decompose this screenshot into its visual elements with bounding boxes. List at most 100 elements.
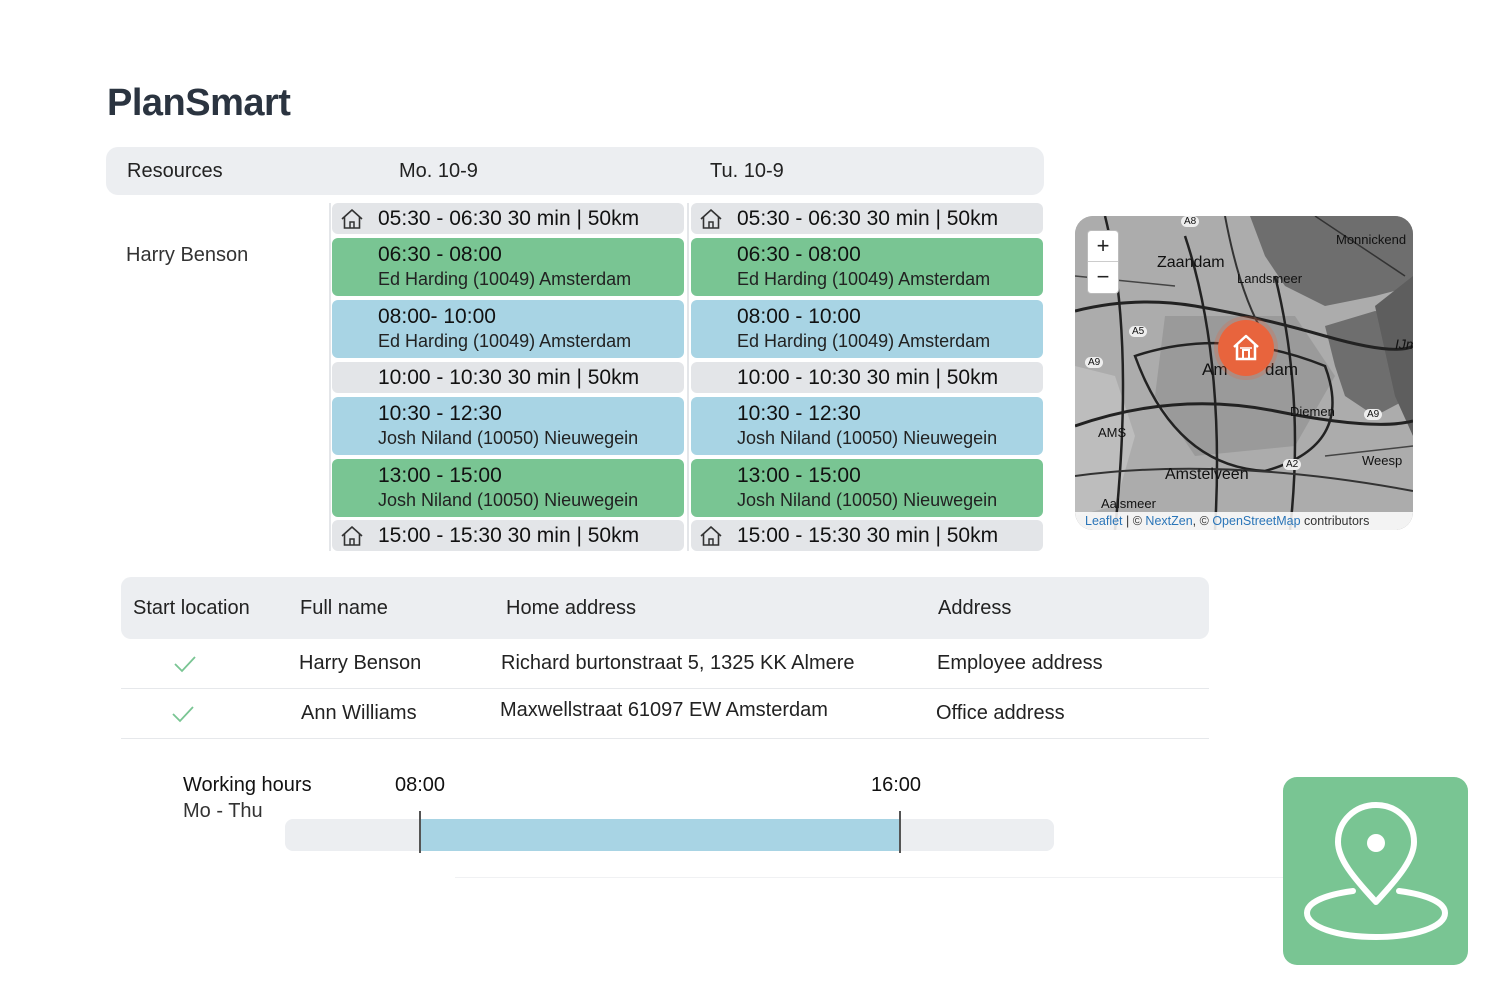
working-hours-range[interactable] — [420, 819, 901, 851]
map-place-label: Monnickend — [1336, 232, 1407, 247]
appointment-slot-green[interactable]: 13:00 - 15:00 Josh Niland (10050) Nieuweg… — [691, 459, 1043, 517]
appointment-detail: Josh Niland (10050) Nieuwegein — [737, 490, 998, 510]
map-place-label: Weesp — [1362, 453, 1403, 468]
appointment-detail: Josh Niland (10050) Nieuwegein — [378, 428, 639, 448]
divider — [455, 877, 1285, 878]
resource-table: Start location Full name Home address Ad… — [121, 577, 1209, 739]
table-header: Start location Full name Home address Ad… — [121, 577, 1209, 639]
map-road-label: A9 — [1085, 357, 1104, 368]
cell-address: Office address — [936, 702, 1065, 724]
header-home-address[interactable]: Home address — [506, 597, 636, 620]
travel-slot[interactable]: 05:30 - 06:30 30 min | 50km — [332, 203, 684, 234]
travel-slot[interactable]: 15:00 - 15:30 30 min | 50km — [691, 520, 1043, 551]
cell-home-address: Maxwellstraat 61097 EW Amsterdam — [500, 699, 828, 721]
header-resources: Resources — [127, 160, 223, 182]
header-start-location[interactable]: Start location — [133, 597, 250, 620]
cell-address: Employee address — [937, 652, 1103, 674]
map-road-label: A8 — [1181, 216, 1200, 227]
column-divider — [329, 203, 331, 551]
appointment-time: 08:00- 10:00 — [378, 305, 496, 328]
cell-full-name: Ann Williams — [301, 702, 417, 724]
check-icon — [174, 656, 196, 673]
app-title: PlanSmart — [107, 82, 291, 124]
appointment-slot-green[interactable]: 13:00 - 15:00 Josh Niland (10050) Nieuweg… — [332, 459, 684, 517]
working-hours-track[interactable] — [285, 811, 1054, 853]
working-hours-start-handle[interactable] — [419, 811, 422, 853]
resource-name[interactable]: Harry Benson — [126, 244, 248, 267]
home-icon — [700, 526, 722, 546]
travel-slot-text: 05:30 - 06:30 30 min | 50km — [737, 207, 999, 230]
map-place-label: IJm — [1395, 336, 1413, 352]
working-hours-start: 08:00 — [395, 774, 446, 796]
zoom-in-button[interactable]: + — [1088, 231, 1118, 262]
appointment-time: 06:30 - 08:00 — [737, 243, 861, 266]
working-hours-end: 16:00 — [871, 774, 922, 796]
home-icon — [341, 209, 363, 229]
map-place-label: Landsmeer — [1237, 271, 1303, 286]
travel-slot-text: 10:00 - 10:30 30 min | 50km — [737, 366, 999, 389]
appointment-time: 06:30 - 08:00 — [378, 243, 502, 266]
working-hours-days: Mo - Thu — [183, 800, 263, 822]
working-hours-label: Working hours — [183, 774, 312, 796]
travel-slot-text: 05:30 - 06:30 30 min | 50km — [378, 207, 640, 230]
map-pin-icon — [1303, 802, 1449, 941]
zoom-control: + − — [1087, 230, 1119, 294]
map-road-label: A2 — [1283, 459, 1302, 470]
appointment-slot-green[interactable]: 06:30 - 08:00 Ed Harding (10049) Amsterda… — [332, 238, 684, 296]
travel-slot[interactable]: 10:00 - 10:30 30 min | 50km — [332, 362, 684, 393]
travel-slot[interactable]: 05:30 - 06:30 30 min | 50km — [691, 203, 1043, 234]
map-location-pin[interactable] — [1218, 320, 1274, 376]
appointment-time: 13:00 - 15:00 — [737, 464, 861, 487]
map-place-label: Aalsmeer — [1101, 496, 1156, 511]
map-road-label: A5 — [1129, 326, 1148, 337]
appointment-detail: Ed Harding (10049) Amsterdam — [737, 331, 991, 351]
appointment-slot-blue[interactable]: 08:00- 10:00 Ed Harding (10049) Amsterdam — [332, 300, 684, 358]
table-row[interactable]: Ann Williams Maxwellstraat 61097 EW Amst… — [121, 689, 1209, 739]
column-divider — [687, 203, 689, 551]
header-day-monday[interactable]: Mo. 10-9 — [399, 160, 478, 183]
map-place-label: Zaandam — [1157, 254, 1225, 271]
appointment-slot-blue[interactable]: 10:30 - 12:30 Josh Niland (10050) Nieuweg… — [332, 397, 684, 455]
appointment-detail: Ed Harding (10049) Amsterdam — [378, 331, 632, 351]
appointment-time: 13:00 - 15:00 — [378, 464, 502, 487]
appointment-time: 10:30 - 12:30 — [737, 402, 861, 425]
map-attribution: Leaflet | © NextZen, © OpenStreetMap con… — [1075, 512, 1413, 530]
leaflet-link[interactable]: Leaflet — [1085, 514, 1123, 528]
header-day-tuesday[interactable]: Tu. 10-9 — [710, 160, 784, 183]
home-icon — [700, 209, 722, 229]
working-hours-end-handle[interactable] — [899, 811, 902, 853]
home-icon — [341, 526, 363, 546]
appointment-slot-blue[interactable]: 08:00 - 10:00 Ed Harding (10049) Amsterda… — [691, 300, 1043, 358]
check-icon — [172, 706, 194, 723]
appointment-slot-green[interactable]: 06:30 - 08:00 Ed Harding (10049) Amsterda… — [691, 238, 1043, 296]
appointment-slot-blue[interactable]: 10:30 - 12:30 Josh Niland (10050) Nieuweg… — [691, 397, 1043, 455]
map-place-label: AMS — [1098, 425, 1127, 440]
appointment-detail: Ed Harding (10049) Amsterdam — [737, 269, 991, 289]
location-card — [1283, 777, 1468, 965]
map[interactable]: + − A8 Zaandam Landsmeer Monnickend A5 A… — [1075, 216, 1413, 530]
zoom-out-button[interactable]: − — [1088, 262, 1118, 293]
openstreetmap-link[interactable]: OpenStreetMap — [1212, 514, 1300, 528]
appointment-time: 10:30 - 12:30 — [378, 402, 502, 425]
travel-slot[interactable]: 15:00 - 15:30 30 min | 50km — [332, 520, 684, 551]
header-full-name[interactable]: Full name — [300, 597, 388, 620]
schedule-header: Resources Mo. 10-9 Tu. 10-9 — [106, 147, 1044, 195]
map-road-label: A9 — [1364, 409, 1383, 420]
table-row[interactable]: Harry Benson Richard burtonstraat 5, 132… — [121, 639, 1209, 689]
map-place-label: Amstelveen — [1165, 466, 1249, 483]
cell-home-address: Richard burtonstraat 5, 1325 KK Almere — [501, 652, 855, 674]
attribution-separator: , © — [1192, 514, 1213, 528]
home-icon — [1233, 334, 1259, 361]
appointment-detail: Josh Niland (10050) Nieuwegein — [378, 490, 639, 510]
attribution-separator: | © — [1122, 514, 1146, 528]
map-place-label: Diemen — [1290, 404, 1335, 419]
appointment-detail: Josh Niland (10050) Nieuwegein — [737, 428, 998, 448]
travel-slot[interactable]: 10:00 - 10:30 30 min | 50km — [691, 362, 1043, 393]
nextzen-link[interactable]: NextZen — [1145, 514, 1192, 528]
travel-slot-text: 15:00 - 15:30 30 min | 50km — [737, 524, 999, 547]
attribution-suffix: contributors — [1300, 514, 1370, 528]
travel-slot-text: 15:00 - 15:30 30 min | 50km — [378, 524, 640, 547]
travel-slot-text: 10:00 - 10:30 30 min | 50km — [378, 366, 640, 389]
appointment-time: 08:00 - 10:00 — [737, 305, 861, 328]
header-address[interactable]: Address — [938, 597, 1011, 620]
